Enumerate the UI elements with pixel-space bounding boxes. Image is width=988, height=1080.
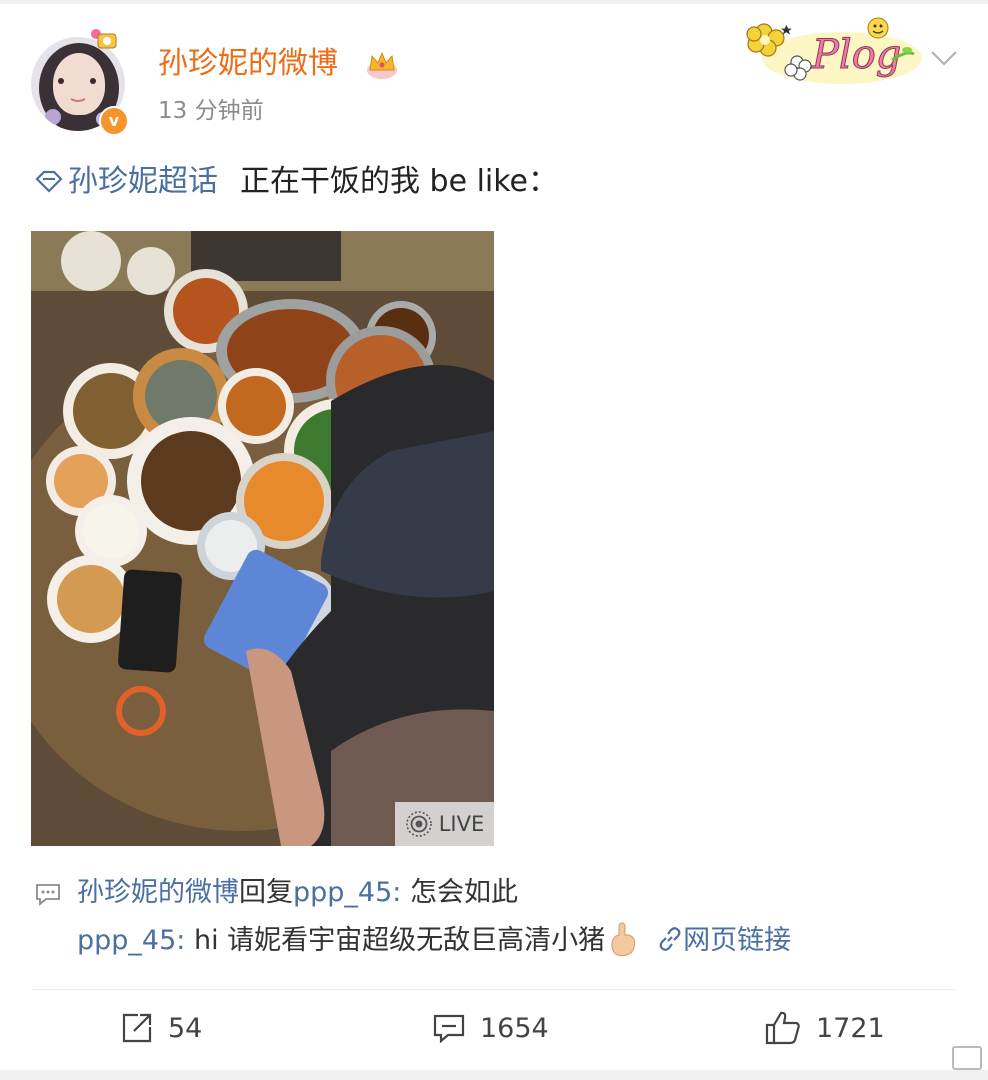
post-text: 正在干饭的我 be like： (240, 164, 559, 199)
comment-bubble-icon (433, 1014, 465, 1044)
comment-count: 1654 (480, 1012, 549, 1044)
repost-button[interactable]: 54 (120, 1008, 202, 1048)
comment-item[interactable]: 孙珍妮的微博回复ppp_45: 怎会如此 (77, 874, 518, 912)
link-icon (659, 926, 681, 951)
dinner-table-photo (31, 231, 494, 846)
post-time: 13 分钟前 (158, 98, 264, 124)
comment-user[interactable]: 孙珍妮的微博 (77, 877, 239, 908)
comment-sep: : (176, 925, 194, 956)
topic-link[interactable]: 孙珍妮超话 (68, 164, 218, 199)
web-link[interactable]: 网页链接 (683, 925, 791, 956)
bottom-strip (0, 1070, 988, 1080)
live-icon (405, 811, 432, 837)
plog-sticker-text: Plog (811, 32, 901, 78)
author-name[interactable]: 孙珍妮的微博 (158, 44, 338, 84)
comment-item[interactable]: ppp_45: hi 请妮看宇宙超级无敌巨高清小猪 网页链接 (77, 921, 791, 960)
comment-text: hi 请妮看宇宙超级无敌巨高清小猪 (193, 925, 606, 956)
live-badge[interactable]: LIVE (395, 802, 494, 846)
comment-reply-to[interactable]: ppp_45 (293, 877, 392, 908)
verified-badge-icon: v (99, 106, 129, 136)
like-button[interactable]: 1721 (764, 1008, 885, 1048)
like-count: 1721 (816, 1012, 885, 1044)
like-icon (765, 1011, 800, 1045)
avatar-decoration-icon (91, 29, 117, 49)
comment-reply-word: 回复 (239, 877, 293, 908)
scroll-handle[interactable] (952, 1046, 982, 1070)
chevron-down-icon[interactable] (928, 44, 960, 72)
comment-text: 怎会如此 (409, 877, 518, 908)
post-content: 孙珍妮超话 正在干饭的我 be like： (34, 160, 558, 204)
comment-icon (36, 884, 60, 906)
comment-button[interactable]: 1654 (432, 1008, 549, 1048)
top-strip (0, 0, 988, 4)
post-photo[interactable] (31, 231, 494, 846)
repost-count: 54 (168, 1012, 203, 1044)
topic-icon (35, 170, 63, 193)
live-label: LIVE (438, 812, 485, 836)
pinch-hand-icon (611, 921, 636, 956)
divider (32, 989, 956, 990)
comment-sep: : (392, 877, 410, 908)
crown-icon (367, 51, 397, 79)
repost-icon (122, 1013, 152, 1043)
plog-sticker: Plog (746, 17, 922, 84)
comment-user[interactable]: ppp_45 (77, 925, 176, 956)
